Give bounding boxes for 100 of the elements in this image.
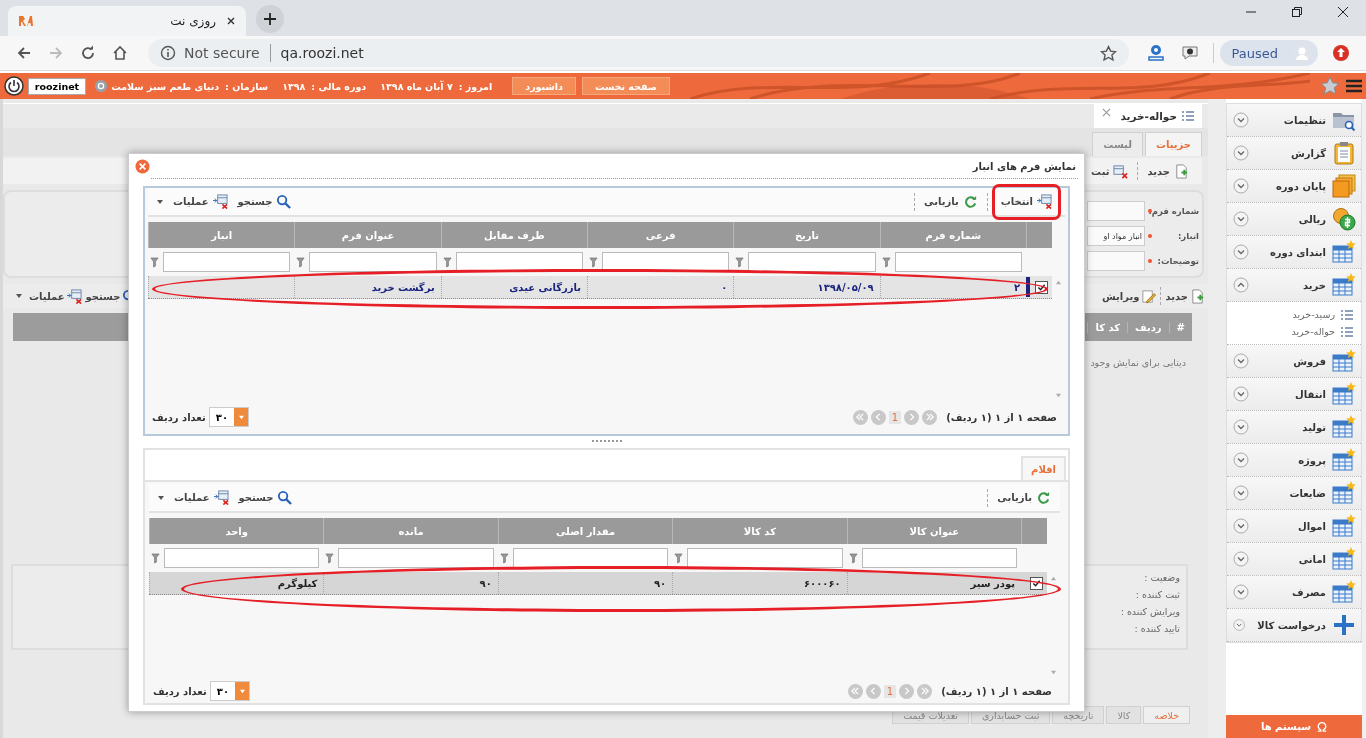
home-icon[interactable] (112, 45, 128, 61)
new-tab-button[interactable] (256, 5, 284, 33)
page-size-select[interactable]: ۳۰ (209, 681, 250, 701)
sidebar-item[interactable]: ضایعات (1227, 477, 1361, 510)
sidebar-subitem[interactable]: رسید-خرید (1227, 306, 1361, 323)
sidebar-item[interactable]: پروژه (1227, 444, 1361, 477)
sidebar-item[interactable]: درخواست کالا (1227, 609, 1361, 642)
expand-icon[interactable] (1233, 211, 1249, 227)
filter-icon[interactable] (848, 552, 858, 564)
toolbar-button[interactable]: جدید (1163, 285, 1207, 307)
toolbar-button[interactable]: عملیات (27, 285, 84, 307)
star-icon[interactable] (1320, 76, 1340, 96)
sidebar-subitem[interactable]: حواله-خرید (1227, 323, 1361, 340)
sidebar-item[interactable]: تولید (1227, 411, 1361, 444)
filter-icon[interactable] (150, 256, 159, 268)
expand-icon[interactable] (1233, 112, 1249, 128)
caret-icon[interactable] (156, 198, 164, 205)
expand-icon[interactable] (1233, 452, 1249, 468)
sidebar-item[interactable]: پایان دوره (1227, 170, 1361, 203)
caret-icon[interactable] (157, 494, 165, 501)
power-icon[interactable] (4, 76, 24, 96)
scroll-up-icon[interactable] (1050, 576, 1057, 581)
toolbar-button[interactable]: بازیابی (919, 190, 983, 213)
expand-icon[interactable] (1233, 145, 1249, 161)
filter-field[interactable] (602, 252, 730, 272)
toolbar-button[interactable]: عملیات (169, 486, 234, 509)
close-icon[interactable] (1337, 6, 1349, 18)
last-page-button[interactable] (847, 683, 863, 699)
input-field[interactable]: انبار مواد او (1087, 225, 1145, 246)
input-field[interactable] (1087, 200, 1145, 221)
sidebar-item[interactable]: ریالی (1227, 203, 1361, 236)
forward-icon[interactable] (48, 45, 64, 61)
filter-icon[interactable] (674, 552, 684, 564)
maximize-icon[interactable] (1291, 6, 1303, 18)
filter-field[interactable] (748, 252, 876, 272)
toolbar-button[interactable]: انتخاب (995, 190, 1057, 213)
filter-field[interactable] (163, 252, 291, 272)
sidebar-item[interactable]: مصرف (1227, 576, 1361, 609)
sidebar-item[interactable]: امانی (1227, 543, 1361, 576)
checkbox[interactable] (1030, 576, 1043, 590)
page-size-select[interactable]: ۳۰ (208, 407, 249, 427)
sidebar-item[interactable]: فروش (1227, 345, 1361, 378)
first-page-button[interactable] (922, 409, 938, 425)
sidebar-item[interactable]: تنظیمات (1227, 104, 1361, 137)
speech-bubble-icon[interactable] (1180, 44, 1199, 62)
checkbox[interactable] (1035, 280, 1048, 294)
menu-icon[interactable] (1346, 78, 1362, 94)
sidebar-item[interactable]: ابتدای دوره (1227, 236, 1361, 269)
toolbar-button[interactable]: ثبت (1086, 160, 1134, 182)
update-icon[interactable] (1332, 44, 1350, 62)
document-tab[interactable]: حواله-خرید (1094, 104, 1202, 128)
sidebar-item[interactable]: خرید (1227, 269, 1361, 302)
toolbar-button[interactable]: جدید (1142, 160, 1194, 182)
bookmark-star-icon[interactable] (1099, 44, 1117, 62)
expand-icon[interactable] (1233, 485, 1249, 501)
filter-icon[interactable] (589, 256, 598, 268)
filter-icon[interactable] (499, 552, 509, 564)
filter-icon[interactable] (325, 552, 335, 564)
address-field[interactable]: Not secure qa.roozi.net (148, 39, 1129, 67)
expand-icon[interactable] (1233, 178, 1249, 194)
filter-field[interactable] (687, 548, 843, 568)
extension-icon[interactable] (1146, 44, 1165, 62)
filter-field[interactable] (309, 252, 437, 272)
user-field[interactable]: roozinet (28, 77, 86, 95)
expand-icon[interactable] (1233, 518, 1249, 534)
filter-icon[interactable] (881, 256, 891, 268)
scroll-down-icon[interactable] (1050, 670, 1057, 675)
filter-field[interactable] (338, 548, 494, 568)
input-field[interactable] (1087, 250, 1145, 271)
expand-icon[interactable] (1233, 617, 1246, 633)
filter-field[interactable] (861, 548, 1017, 568)
filter-field[interactable] (894, 252, 1022, 272)
filter-field[interactable] (455, 252, 583, 272)
browser-tab[interactable]: روزی نت (8, 6, 246, 36)
toolbar-button[interactable]: جستجو (232, 190, 297, 213)
filter-field[interactable] (512, 548, 669, 568)
expand-icon[interactable] (1233, 244, 1249, 260)
sidebar-item[interactable]: اموال (1227, 510, 1361, 543)
expand-icon[interactable] (1233, 551, 1249, 567)
back-icon[interactable] (16, 45, 32, 61)
toolbar-button[interactable]: بازیابی (992, 486, 1056, 509)
filter-icon[interactable] (735, 256, 745, 268)
first-page-button[interactable] (917, 683, 933, 699)
table-row[interactable]: پودر سیر ۶۰۰۰۶۰ ۹۰ ۹۰ کیلوگرم (149, 572, 1047, 595)
filter-field[interactable] (164, 548, 320, 568)
close-icon[interactable] (226, 16, 236, 26)
expand-icon[interactable] (1233, 419, 1249, 435)
toolbar-button[interactable]: جستجو (233, 486, 298, 509)
expand-icon[interactable] (1233, 584, 1249, 600)
expand-icon[interactable] (1233, 353, 1249, 369)
collapse-icon[interactable] (1233, 277, 1249, 293)
filter-icon[interactable] (151, 552, 160, 564)
sidebar-item[interactable]: انتقال (1227, 378, 1361, 411)
reload-icon[interactable] (80, 45, 96, 61)
filter-icon[interactable] (296, 256, 306, 268)
toolbar-button[interactable]: ویرایش (1099, 285, 1159, 307)
profile-button[interactable]: Paused (1219, 40, 1318, 66)
toolbar-button[interactable]: عملیات (168, 190, 233, 213)
scroll-down-icon[interactable] (1055, 393, 1062, 398)
expand-icon[interactable] (1233, 386, 1249, 402)
